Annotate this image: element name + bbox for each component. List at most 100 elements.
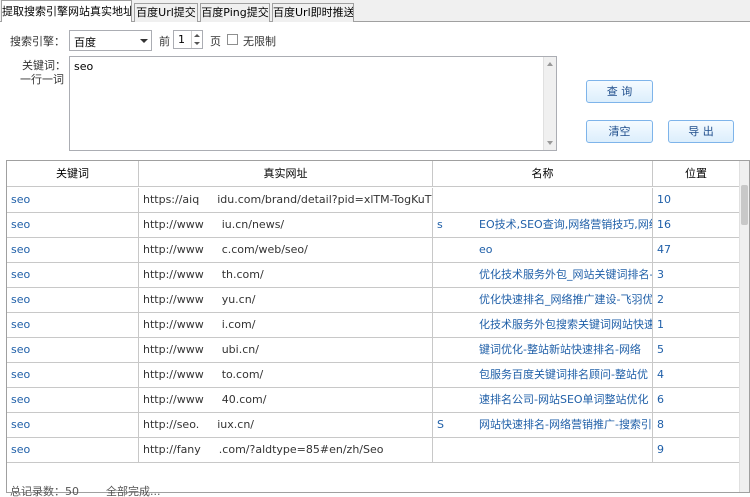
unlimited-checkbox[interactable]	[227, 34, 238, 45]
url-cell: http://www 40.com/	[139, 388, 433, 413]
pages-stepper[interactable]: 1	[173, 30, 203, 49]
name-text-end: 速排名公司-网站SEO单词整站优化	[479, 393, 649, 406]
total-records: 总记录数：50	[10, 485, 79, 497]
name-cell	[433, 188, 653, 213]
keyword-textarea[interactable]: seo	[69, 56, 557, 151]
position-text: 4	[657, 368, 664, 381]
url-text-end: iu.cn/news/	[221, 218, 285, 231]
keyword-cell: seo	[7, 238, 139, 263]
spin-up-icon[interactable]	[194, 34, 200, 37]
position-cell: 47	[653, 238, 740, 263]
keyword-textarea-value: seo	[74, 60, 94, 73]
pages-prefix-label: 前	[159, 35, 170, 48]
column-header-name[interactable]: 名称	[433, 161, 653, 187]
spin-down-icon[interactable]	[194, 42, 200, 45]
keyword-cell: seo	[7, 263, 139, 288]
grid-scroll-thumb[interactable]	[741, 185, 748, 225]
engine-label: 搜索引擎：	[10, 35, 65, 48]
grid-scrollbar[interactable]	[739, 161, 749, 492]
position-text: 10	[657, 193, 671, 206]
name-text-end: eo	[479, 243, 493, 256]
url-text-end: th.com/	[221, 268, 264, 281]
table-row[interactable]: seo http://www iu.cn/news/s EO技术,SEO查询,网络营销…	[7, 213, 740, 238]
keyword-text: seo	[11, 243, 31, 256]
name-cell: eo	[433, 238, 653, 263]
position-text: 47	[657, 243, 671, 256]
url-text-end: yu.cn/	[221, 293, 256, 306]
keyword-cell: seo	[7, 313, 139, 338]
name-text-end: 化技术服务外包搜索关键词网站快速	[479, 318, 653, 331]
scroll-down-icon[interactable]	[547, 141, 553, 145]
pages-suffix-label: 页	[210, 35, 221, 48]
table-row[interactable]: seo http://www th.com/优化技术服务外包_网站关键词排名- 3	[7, 263, 740, 288]
tab-baidu-url-push[interactable]: 百度Url即时推送	[272, 3, 354, 22]
keyword-text: seo	[11, 368, 31, 381]
column-header-url[interactable]: 真实网址	[139, 161, 433, 187]
name-text-end: EO技术,SEO查询,网络营销技巧,网络	[479, 218, 653, 231]
engine-select[interactable]: 百度	[69, 30, 152, 51]
position-cell: 8	[653, 413, 740, 438]
position-cell: 2	[653, 288, 740, 313]
table-row[interactable]: seo http://www c.com/web/seo/eo 47	[7, 238, 740, 263]
name-cell: 优化快速排名_网络推广建设-飞羽优	[433, 288, 653, 313]
column-header-keyword[interactable]: 关键词	[7, 161, 139, 187]
table-row[interactable]: seo http://www ubi.cn/键词优化-整站新站快速排名-网络 5	[7, 338, 740, 363]
url-text-start: https://aiq	[143, 193, 200, 206]
name-cell: 化技术服务外包搜索关键词网站快速	[433, 313, 653, 338]
url-cell: http://www iu.cn/news/	[139, 213, 433, 238]
position-text: 6	[657, 393, 664, 406]
url-text-end: 40.com/	[221, 393, 267, 406]
tab-baidu-url-submit[interactable]: 百度Url提交	[134, 3, 198, 22]
url-text-end: c.com/web/seo/	[221, 243, 308, 256]
keyword-cell: seo	[7, 188, 139, 213]
position-cell: 1	[653, 313, 740, 338]
name-text-start: s	[437, 218, 443, 231]
engine-select-value: 百度	[74, 36, 96, 49]
column-header-position[interactable]: 位置	[653, 161, 740, 187]
position-text: 8	[657, 418, 664, 431]
url-text-start: http://www	[143, 268, 204, 281]
keyword-cell: seo	[7, 338, 139, 363]
name-text-end: 键词优化-整站新站快速排名-网络	[479, 343, 641, 356]
query-button[interactable]: 查 询	[586, 80, 653, 103]
name-cell: 包服务百度关键词排名顾问-整站优	[433, 363, 653, 388]
clear-button[interactable]: 清空	[586, 120, 653, 143]
url-text-end: idu.com/brand/detail?pid=xlTM-TogKuTv	[217, 193, 433, 206]
table-row[interactable]: seo https://aiq idu.com/brand/detail?pid=x…	[7, 188, 740, 213]
name-cell: 优化技术服务外包_网站关键词排名-	[433, 263, 653, 288]
keyword-cell: seo	[7, 413, 139, 438]
keyword-cell: seo	[7, 213, 139, 238]
position-cell: 3	[653, 263, 740, 288]
tab-baidu-ping-submit[interactable]: 百度Ping提交	[200, 3, 270, 22]
url-text-start: http://www	[143, 243, 204, 256]
position-cell: 16	[653, 213, 740, 238]
table-row[interactable]: seo http://www yu.cn/优化快速排名_网络推广建设-飞羽优 2	[7, 288, 740, 313]
unlimited-label: 无限制	[243, 35, 276, 48]
url-text-end: iux.cn/	[217, 418, 254, 431]
position-text: 1	[657, 318, 664, 331]
table-row[interactable]: seo http://www to.com/包服务百度关键词排名顾问-整站优 4	[7, 363, 740, 388]
table-row[interactable]: seo http://www i.com/化技术服务外包搜索关键词网站快速 1	[7, 313, 740, 338]
url-text-start: http://www	[143, 218, 204, 231]
pages-stepper-value: 1	[178, 33, 185, 46]
stepper-buttons[interactable]	[191, 31, 202, 48]
keyword-cell: seo	[7, 363, 139, 388]
name-text-end: 网站快速排名-网络营销推广-搜索引	[479, 418, 652, 431]
url-cell: http://www to.com/	[139, 363, 433, 388]
url-text-start: http://fany	[143, 443, 201, 456]
textarea-scrollbar[interactable]	[543, 57, 556, 150]
keyword-text: seo	[11, 293, 31, 306]
url-text-end: ubi.cn/	[221, 343, 259, 356]
table-row[interactable]: seo http://seo. iux.cn/S 网站快速排名-网络营销推广-搜索引 8	[7, 413, 740, 438]
export-button[interactable]: 导 出	[668, 120, 734, 143]
position-cell: 6	[653, 388, 740, 413]
name-cell: 键词优化-整站新站快速排名-网络	[433, 338, 653, 363]
results-grid: 关键词 真实网址 名称 位置 seo https://aiq idu.com/bra…	[6, 160, 750, 493]
table-row[interactable]: seo http://www 40.com/速排名公司-网站SEO单词整站优化 6	[7, 388, 740, 413]
scroll-up-icon[interactable]	[547, 62, 553, 66]
keyword-cell: seo	[7, 388, 139, 413]
keyword-cell: seo	[7, 288, 139, 313]
keyword-text: seo	[11, 343, 31, 356]
tab-extract-real-url[interactable]: 提取搜索引擎网站真实地址	[1, 0, 132, 23]
table-row[interactable]: seo http://fany .com/?aldtype=85#en/zh/Seo…	[7, 438, 740, 463]
